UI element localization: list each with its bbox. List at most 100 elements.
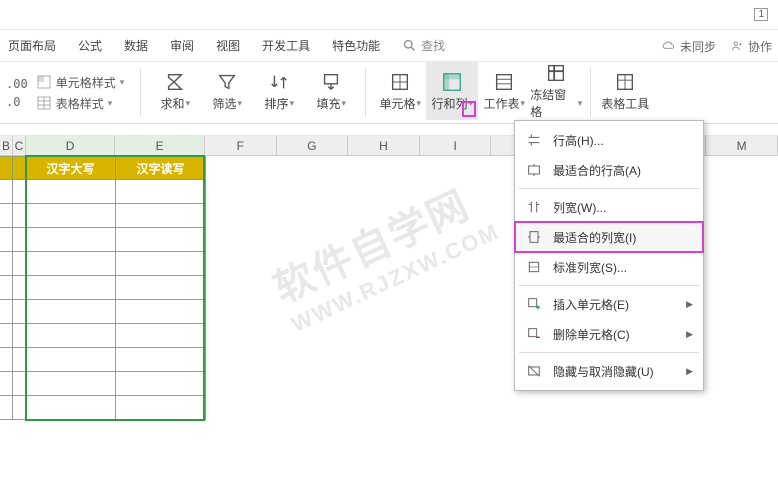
cell[interactable] xyxy=(0,372,13,396)
separator xyxy=(140,68,141,117)
tab-review[interactable]: 审阅 xyxy=(170,37,194,54)
worksheet-icon xyxy=(493,71,515,93)
menu-item[interactable]: 最适合的行高(A) xyxy=(515,155,703,185)
doc-badge: 1 xyxy=(754,8,768,21)
cell[interactable] xyxy=(26,348,116,372)
cell[interactable] xyxy=(0,324,13,348)
filter-button[interactable]: 筛选▾ xyxy=(201,62,253,120)
worksheet-button[interactable]: 工作表▾ xyxy=(478,62,530,120)
search-box[interactable]: 查找 xyxy=(402,37,445,54)
table-styles-button[interactable]: 表格样式 ▾ xyxy=(36,95,125,112)
col-header-E[interactable]: E xyxy=(115,136,205,156)
cell[interactable] xyxy=(116,372,206,396)
cell[interactable] xyxy=(0,300,13,324)
col-header-I[interactable]: I xyxy=(420,136,492,156)
cell[interactable] xyxy=(116,180,206,204)
rows-cols-button[interactable]: 行和列▾ xyxy=(426,62,478,120)
menu-item[interactable]: 删除单元格(C) ▶ xyxy=(515,319,703,349)
fill-button[interactable]: 填充▾ xyxy=(305,62,357,120)
cell[interactable] xyxy=(0,228,13,252)
cell[interactable] xyxy=(26,228,116,252)
tab-page-layout[interactable]: 页面布局 xyxy=(8,37,56,54)
cell[interactable] xyxy=(26,396,116,420)
col-header-C[interactable]: C xyxy=(13,136,26,156)
collab-button[interactable]: 协作 xyxy=(730,38,772,55)
tab-view[interactable]: 视图 xyxy=(216,37,240,54)
chevron-down-icon: ▾ xyxy=(120,77,125,88)
cells-button[interactable]: 单元格▾ xyxy=(374,62,426,120)
delete-icon xyxy=(525,326,543,342)
cell[interactable] xyxy=(116,348,206,372)
sync-status[interactable]: 未同步 xyxy=(662,38,716,55)
cell[interactable] xyxy=(0,276,13,300)
cell[interactable] xyxy=(26,372,116,396)
cell[interactable] xyxy=(116,204,206,228)
col-header-M[interactable]: M xyxy=(706,136,778,156)
table-tools-button[interactable]: 表格工具 xyxy=(599,62,651,120)
col-header-D[interactable]: D xyxy=(26,136,116,156)
menu-item[interactable]: 插入单元格(E)▶ xyxy=(515,289,703,319)
menu-item[interactable]: 隐藏与取消隐藏(U)▶ xyxy=(515,356,703,386)
cell[interactable] xyxy=(116,276,206,300)
cell[interactable] xyxy=(116,252,206,276)
cell[interactable] xyxy=(0,348,13,372)
sigma-icon xyxy=(164,71,186,93)
menu-item[interactable]: 行高(H)... xyxy=(515,125,703,155)
chevron-down-icon: ▾ xyxy=(108,98,113,109)
sum-button[interactable]: 求和▾ xyxy=(149,62,201,120)
cell[interactable] xyxy=(0,396,13,420)
cell[interactable] xyxy=(13,396,26,420)
cell[interactable] xyxy=(116,324,206,348)
col-header-B[interactable]: B xyxy=(0,136,13,156)
header-hanzi-daxie[interactable]: 汉字大写 xyxy=(26,156,116,180)
menu-item[interactable]: 最适合的列宽(I) xyxy=(515,222,703,252)
cell[interactable] xyxy=(116,300,206,324)
decrease-decimal[interactable]: .0 xyxy=(6,95,28,109)
fit-w-icon xyxy=(525,229,543,245)
tab-developer[interactable]: 开发工具 xyxy=(262,37,310,54)
cell[interactable] xyxy=(13,228,26,252)
col-header-G[interactable]: G xyxy=(277,136,349,156)
cell[interactable] xyxy=(26,252,116,276)
separator xyxy=(590,68,591,117)
cell[interactable] xyxy=(13,300,26,324)
cell[interactable] xyxy=(0,204,13,228)
cell[interactable] xyxy=(26,300,116,324)
col-header-H[interactable]: H xyxy=(348,136,420,156)
cell[interactable] xyxy=(13,276,26,300)
header-cell-C[interactable] xyxy=(13,156,26,180)
cell[interactable] xyxy=(26,276,116,300)
header-hanzi-duxie[interactable]: 汉字读写 xyxy=(116,156,206,180)
rows-cols-icon xyxy=(441,71,463,93)
tab-formulas[interactable]: 公式 xyxy=(78,37,102,54)
cell[interactable] xyxy=(116,396,206,420)
menu-item[interactable]: 标准列宽(S)... xyxy=(515,252,703,282)
cell[interactable] xyxy=(26,180,116,204)
sort-button[interactable]: 排序▾ xyxy=(253,62,305,120)
cell[interactable] xyxy=(0,252,13,276)
cell[interactable] xyxy=(13,204,26,228)
search-placeholder: 查找 xyxy=(421,37,445,54)
cell-styles-icon xyxy=(36,74,52,90)
col-header-F[interactable]: F xyxy=(205,136,277,156)
cell[interactable] xyxy=(13,372,26,396)
cell[interactable] xyxy=(13,324,26,348)
watermark: 软件自学网 WWW.RJZXW.COM xyxy=(263,166,504,338)
cell[interactable] xyxy=(26,324,116,348)
tab-data[interactable]: 数据 xyxy=(124,37,148,54)
cell[interactable] xyxy=(13,348,26,372)
header-cell-B[interactable] xyxy=(0,156,13,180)
cell[interactable] xyxy=(13,252,26,276)
cell[interactable] xyxy=(26,204,116,228)
submenu-arrow-icon: ▶ xyxy=(686,329,693,340)
increase-decimal[interactable]: .00 xyxy=(6,77,28,91)
cell[interactable] xyxy=(0,180,13,204)
menu-item[interactable]: 列宽(W)... xyxy=(515,192,703,222)
cell-styles-button[interactable]: 单元格样式 ▾ xyxy=(36,74,125,91)
cell[interactable] xyxy=(13,180,26,204)
row-h-icon xyxy=(525,132,543,148)
tab-features[interactable]: 特色功能 xyxy=(332,37,380,54)
cell[interactable] xyxy=(116,228,206,252)
freeze-panes-button[interactable]: 冻结窗格▾ xyxy=(530,62,582,120)
menu-item-label: 删除单元格(C) xyxy=(553,326,630,343)
